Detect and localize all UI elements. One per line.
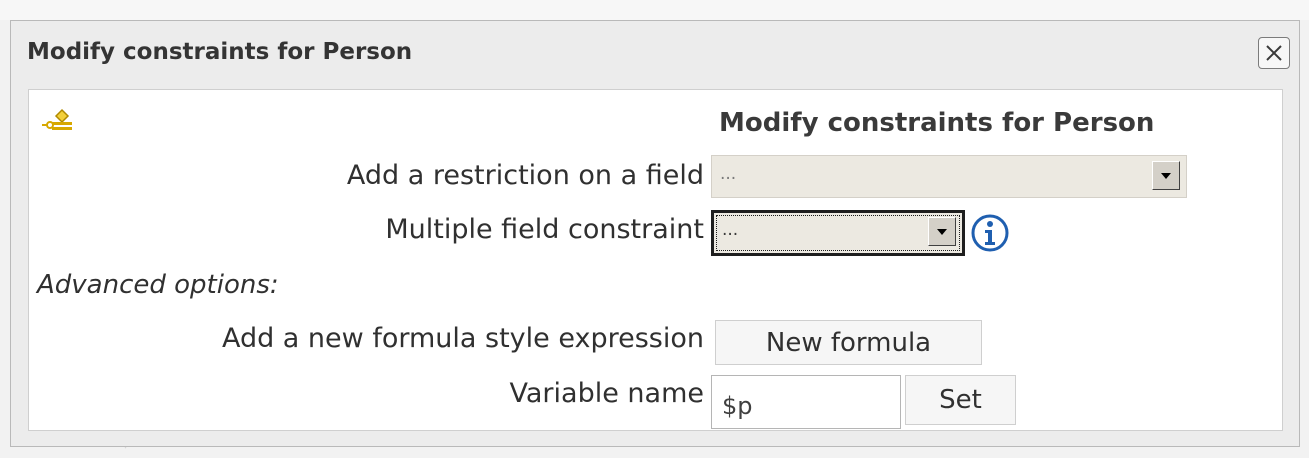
multiple-constraint-value: ...	[722, 220, 739, 240]
modify-constraints-dialog: Modify constraints for Person Modify con…	[10, 20, 1300, 447]
multiple-constraint-dropdown-button[interactable]	[928, 217, 956, 246]
formula-label: Add a new formula style expression	[221, 323, 704, 354]
restriction-select-value: ...	[720, 164, 737, 184]
chevron-down-icon	[1161, 172, 1171, 179]
background-strip	[0, 0, 1309, 20]
new-formula-button[interactable]: New formula	[715, 320, 982, 365]
restriction-select[interactable]: ...	[711, 155, 1187, 198]
multiple-constraint-label: Multiple field constraint	[385, 214, 704, 245]
variable-name-input[interactable]	[711, 375, 901, 429]
restriction-dropdown-button[interactable]	[1152, 161, 1180, 190]
info-icon[interactable]	[970, 213, 1010, 253]
close-button[interactable]	[1258, 37, 1290, 69]
chevron-down-icon	[937, 228, 947, 235]
advanced-options-label: Advanced options:	[37, 270, 279, 300]
close-icon	[1266, 45, 1282, 61]
dialog-titlebar: Modify constraints for Person	[11, 21, 1299, 89]
constraint-icon	[42, 108, 72, 130]
dialog-title: Modify constraints for Person	[27, 39, 413, 65]
restriction-label: Add a restriction on a field	[346, 160, 704, 191]
dialog-content: Modify constraints for Person Add a rest…	[28, 89, 1283, 431]
set-button[interactable]: Set	[905, 375, 1016, 425]
multiple-constraint-select[interactable]: ...	[711, 210, 965, 256]
variable-name-label: Variable name	[509, 378, 704, 409]
dialog-heading: Modify constraints for Person	[719, 108, 1155, 138]
